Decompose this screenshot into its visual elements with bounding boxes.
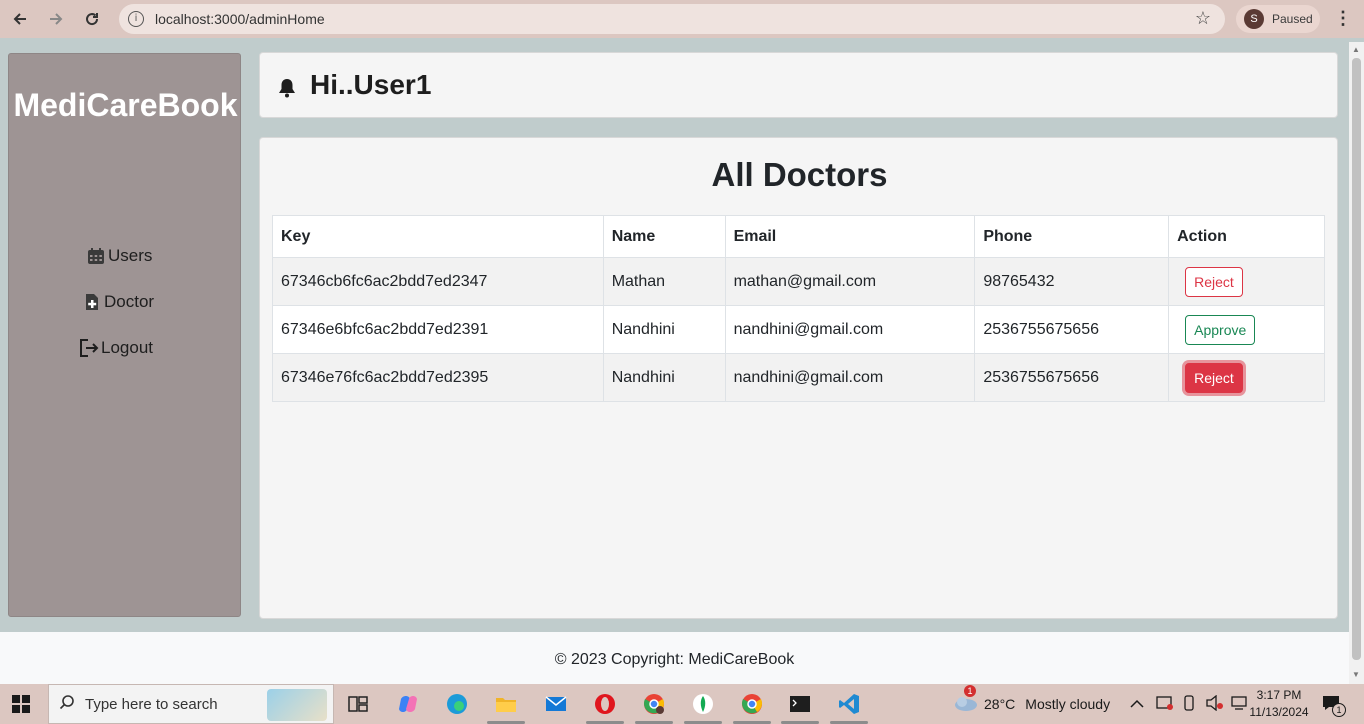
cell-phone: 2536755675656 (974, 353, 1170, 402)
file-explorer-icon[interactable] (492, 690, 520, 718)
table-header-row: Key Name Email Phone Action (272, 215, 1325, 258)
sidebar: MediCareBook Users Doctor Logout (8, 53, 241, 617)
cell-phone: 98765432 (974, 257, 1170, 306)
copilot-icon[interactable] (394, 690, 422, 718)
chevron-up-icon[interactable] (1130, 696, 1148, 712)
column-header-email: Email (724, 215, 976, 258)
sidebar-item-logout[interactable]: Logout (79, 338, 153, 358)
meet-now-icon[interactable] (1156, 695, 1176, 714)
column-header-action: Action (1168, 215, 1325, 258)
cell-email: nandhini@gmail.com (724, 305, 976, 354)
weather-temp: 28°C (984, 696, 1016, 712)
windows-start-icon[interactable] (12, 695, 30, 713)
cell-phone: 2536755675656 (974, 305, 1170, 354)
edge-icon[interactable] (443, 690, 471, 718)
notification-center[interactable]: 1 (1322, 684, 1346, 724)
url-text[interactable]: localhost:3000/adminHome (155, 11, 325, 27)
site-info-icon[interactable]: i (128, 11, 144, 27)
scroll-thumb[interactable] (1352, 58, 1361, 660)
clock-time: 3:17 PM (1256, 688, 1302, 702)
vscode-icon[interactable] (835, 690, 863, 718)
cell-action: Reject (1168, 257, 1325, 306)
scroll-up-icon[interactable]: ▲ (1352, 45, 1360, 54)
browser-menu-icon[interactable]: ⋮ (1334, 8, 1352, 29)
bell-icon[interactable] (278, 78, 296, 103)
column-header-name: Name (602, 215, 726, 258)
cell-email: mathan@gmail.com (724, 257, 976, 306)
footer: © 2023 Copyright: MediCareBook (0, 632, 1349, 684)
cell-name: Nandhini (602, 353, 726, 402)
taskbar: Type here to search 1 28°C Mostly cloudy… (0, 684, 1364, 724)
page-title: All Doctors (711, 156, 888, 193)
system-tray (1130, 684, 1250, 724)
taskbar-search[interactable]: Type here to search (48, 684, 334, 724)
sidebar-item-label: Logout (101, 338, 153, 357)
clock[interactable]: 3:17 PM 11/13/2024 (1248, 687, 1310, 721)
browser-toolbar: i localhost:3000/adminHome ☆ S Paused ⋮ (0, 0, 1364, 38)
sidebar-item-doctor[interactable]: Doctor (82, 292, 154, 312)
sidebar-item-users[interactable]: Users (86, 246, 152, 266)
back-icon[interactable] (9, 8, 31, 30)
cell-email: nandhini@gmail.com (724, 353, 976, 402)
reject-button[interactable]: Reject (1185, 266, 1243, 297)
opera-icon[interactable] (591, 690, 619, 718)
header-card: Hi..User1 (259, 52, 1338, 118)
table-row: 67346e6bfc6ac2bdd7ed2391 Nandhini nandhi… (272, 305, 1325, 354)
cell-key: 67346e76fc6ac2bdd7ed2395 (272, 353, 604, 402)
weather-widget[interactable]: 1 28°C Mostly cloudy (952, 684, 1110, 724)
brand-title: MediCareBook (13, 87, 238, 123)
cell-key: 67346e6bfc6ac2bdd7ed2391 (272, 305, 604, 354)
cell-name: Nandhini (602, 305, 726, 354)
notification-icon: 1 (1322, 695, 1346, 717)
profile-button[interactable]: S Paused (1236, 5, 1320, 33)
network-icon[interactable] (1230, 695, 1250, 714)
approve-button[interactable]: Approve (1185, 314, 1256, 345)
table-row: 67346cb6fc6ac2bdd7ed2347 Mathan mathan@g… (272, 257, 1325, 306)
sidebar-item-label: Users (108, 246, 153, 265)
profile-status: Paused (1272, 12, 1313, 26)
sidebar-item-label: Doctor (104, 292, 155, 311)
bookmark-star-icon[interactable]: ☆ (1195, 8, 1211, 29)
weather-alert-badge: 1 (964, 685, 976, 697)
address-bar[interactable]: i localhost:3000/adminHome ☆ (119, 4, 1225, 34)
forward-icon[interactable] (45, 8, 67, 30)
terminal-icon[interactable] (786, 690, 814, 718)
search-placeholder: Type here to search (85, 695, 218, 713)
main-card: All Doctors Key Name Email Phone Action … (259, 137, 1338, 619)
device-icon[interactable] (1182, 694, 1202, 714)
chrome-profile-icon[interactable] (640, 690, 668, 718)
reload-icon[interactable] (81, 8, 103, 30)
task-view-icon[interactable] (344, 690, 372, 718)
scroll-down-icon[interactable]: ▼ (1352, 670, 1360, 679)
mail-icon[interactable] (542, 690, 570, 718)
reject-button[interactable]: Reject (1185, 362, 1243, 393)
avatar: S (1244, 9, 1264, 29)
page-content: MediCareBook Users Doctor Logout Hi..Use… (0, 42, 1349, 684)
cell-action: Approve (1168, 305, 1325, 354)
volume-muted-icon[interactable] (1206, 694, 1226, 714)
doctors-table: Key Name Email Phone Action 67346cb6fc6a… (272, 215, 1325, 402)
calendar-icon (86, 246, 106, 266)
doctor-file-icon (82, 292, 102, 312)
cell-key: 67346cb6fc6ac2bdd7ed2347 (272, 257, 604, 306)
vertical-scrollbar[interactable]: ▲ ▼ (1349, 42, 1364, 684)
clock-date: 11/13/2024 (1249, 705, 1309, 719)
notification-badge: 1 (1332, 702, 1346, 717)
search-highlight-image (267, 689, 327, 721)
cell-name: Mathan (602, 257, 726, 306)
logout-icon (79, 338, 99, 358)
weather-text: Mostly cloudy (1025, 696, 1111, 712)
column-header-phone: Phone (974, 215, 1170, 258)
table-row: 67346e76fc6ac2bdd7ed2395 Nandhini nandhi… (272, 353, 1325, 402)
search-icon (59, 694, 75, 715)
cloud-icon: 1 (952, 685, 978, 714)
greeting-text: Hi..User1 (310, 69, 432, 100)
mongodb-icon[interactable] (689, 690, 717, 718)
cell-action: Reject (1168, 353, 1325, 402)
column-header-key: Key (272, 215, 604, 258)
chrome-icon[interactable] (738, 690, 766, 718)
copyright-text: © 2023 Copyright: MediCareBook (554, 651, 795, 668)
